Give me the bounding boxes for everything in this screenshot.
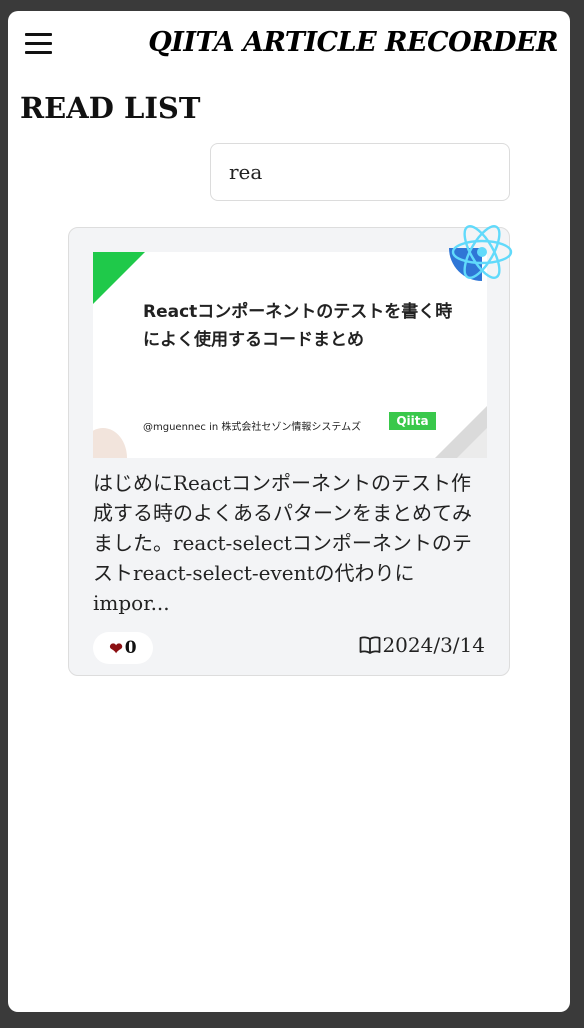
open-book-icon <box>360 636 381 654</box>
app-title: QIITA ARTICLE RECORDER <box>148 27 558 58</box>
search-input[interactable] <box>211 144 509 200</box>
heart-icon: ❤ <box>109 638 123 658</box>
hamburger-menu-icon[interactable] <box>25 33 52 55</box>
react-logo-icon <box>449 225 513 281</box>
search-box <box>210 143 510 201</box>
thumbnail-peach-circle <box>93 428 127 458</box>
thumbnail-author: @mguennec in 株式会社セゾン情報システムズ <box>143 422 362 433</box>
article-thumbnail[interactable]: Reactコンポーネントのテストを書く時によく使用するコードまとめ @mguen… <box>93 252 487 458</box>
like-count: 0 <box>124 638 137 658</box>
read-date-text: 2024/3/14 <box>382 633 485 657</box>
qiita-logo: Qiita <box>389 412 436 430</box>
article-card[interactable]: Reactコンポーネントのテストを書く時によく使用するコードまとめ @mguen… <box>68 225 513 676</box>
thumbnail-green-corner <box>93 252 145 304</box>
thumbnail-light-corner <box>457 428 487 458</box>
page-title: READ LIST <box>20 91 201 125</box>
like-button[interactable]: ❤ 0 <box>93 632 153 664</box>
thumbnail-title: Reactコンポーネントのテストを書く時によく使用するコードまとめ <box>143 302 453 350</box>
read-date: 2024/3/14 <box>359 633 485 657</box>
app-frame: QIITA ARTICLE RECORDER READ LIST Reactコン… <box>8 11 570 1012</box>
article-description: はじめにReactコンポーネントのテスト作成する時のよくあるパターンをまとめてみ… <box>93 471 472 615</box>
